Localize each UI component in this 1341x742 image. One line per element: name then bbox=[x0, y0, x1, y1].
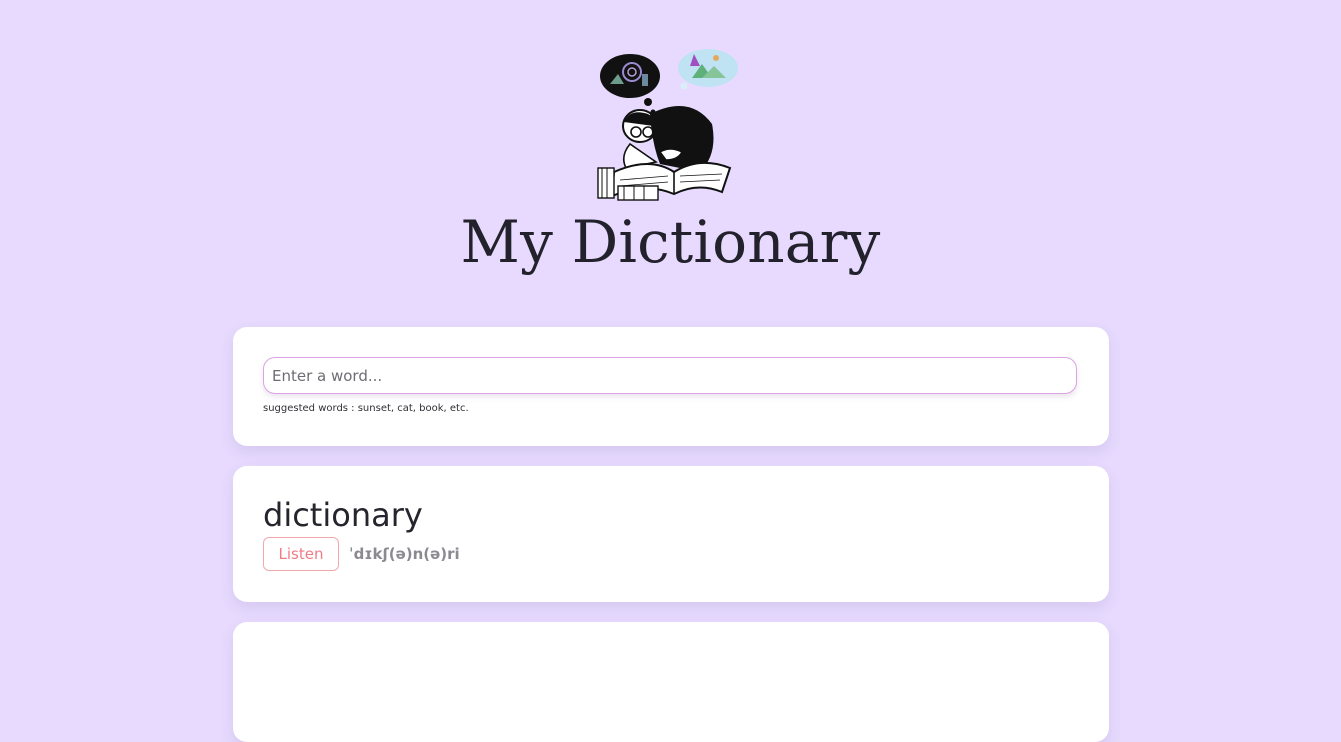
search-input[interactable] bbox=[263, 357, 1077, 394]
page-title: My Dictionary bbox=[460, 208, 881, 276]
meaning-card bbox=[233, 622, 1109, 742]
page-header: My Dictionary bbox=[0, 0, 1341, 300]
suggested-words-hint: suggested words : sunset, cat, book, etc… bbox=[263, 403, 469, 414]
reading-scholar-icon bbox=[597, 49, 738, 201]
result-word: dictionary bbox=[263, 496, 423, 534]
word-result-card: dictionary Listen ˈdɪkʃ(ə)n(ə)ri bbox=[233, 466, 1109, 602]
listen-button[interactable]: Listen bbox=[263, 537, 339, 571]
search-card: suggested words : sunset, cat, book, etc… bbox=[233, 327, 1109, 446]
phonetic-text: ˈdɪkʃ(ə)n(ə)ri bbox=[349, 545, 460, 563]
